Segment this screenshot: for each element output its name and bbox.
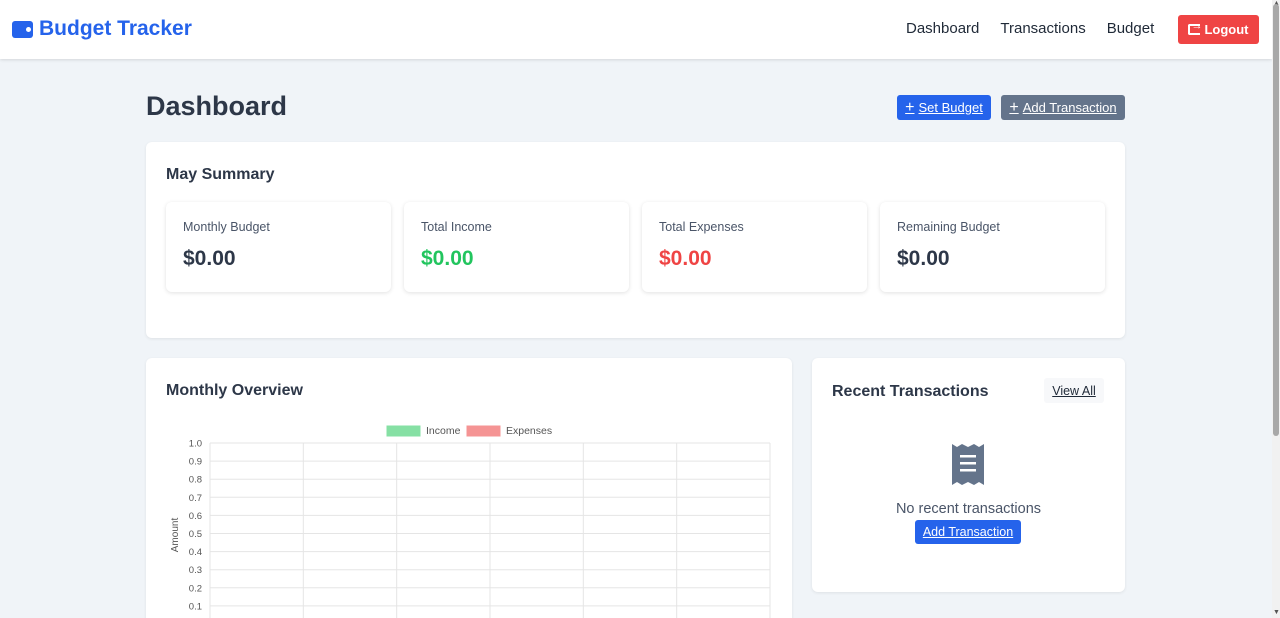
summary-title: May Summary: [166, 166, 275, 183]
y-tick-label: 0.1: [189, 601, 202, 612]
plus-icon: +: [905, 98, 915, 116]
stat-card-total-income: Total Income $0.00: [404, 202, 629, 292]
navbar: Budget Tracker Dashboard Transactions Bu…: [0, 0, 1272, 59]
legend-swatch: [386, 425, 421, 437]
stat-label: Total Income: [421, 220, 492, 234]
y-tick-label: 0.6: [189, 511, 202, 522]
set-budget-label: Set Budget: [918, 100, 983, 115]
stat-label: Remaining Budget: [897, 220, 1000, 234]
y-tick-label: 0.4: [189, 547, 202, 558]
y-tick-label: 0.3: [189, 565, 202, 576]
nav-link-budget[interactable]: Budget: [1107, 20, 1155, 37]
app-name: Budget Tracker: [39, 17, 192, 40]
y-tick-label: 0.8: [189, 475, 202, 486]
stat-card-remaining-budget: Remaining Budget $0.00: [880, 202, 1105, 292]
plus-icon: +: [1009, 98, 1019, 116]
scroll-down-icon[interactable]: ▼: [1273, 609, 1280, 616]
recent-title: Recent Transactions: [832, 383, 989, 400]
stat-value: $0.00: [421, 247, 474, 270]
y-tick-label: 0.7: [189, 493, 202, 504]
add-transaction-label: Add Transaction: [1022, 100, 1117, 115]
legend-label: Income: [426, 425, 461, 437]
scrollbar-thumb[interactable]: [1273, 4, 1279, 436]
recent-transactions-card: Recent Transactions View All No recent t…: [812, 358, 1125, 592]
logout-label: Logout: [1204, 22, 1249, 37]
stat-value: $0.00: [659, 247, 712, 270]
nav-link-dashboard[interactable]: Dashboard: [906, 20, 979, 37]
page-title: Dashboard: [146, 91, 288, 121]
stat-value: $0.00: [897, 247, 950, 270]
nav-link-transactions[interactable]: Transactions: [1000, 20, 1085, 37]
y-tick-label: 0.9: [189, 457, 202, 468]
receipt-icon: [952, 444, 984, 485]
logout-button[interactable]: Logout: [1178, 15, 1259, 44]
stat-label: Monthly Budget: [183, 220, 270, 234]
empty-state-text: No recent transactions: [895, 501, 1042, 517]
stat-label: Total Expenses: [659, 220, 744, 234]
set-budget-button[interactable]: + Set Budget: [897, 95, 991, 120]
stat-value: $0.00: [183, 247, 236, 270]
y-tick-label: 0.2: [189, 583, 202, 594]
y-tick-label: 0.5: [189, 529, 202, 540]
stat-card-total-expenses: Total Expenses $0.00: [642, 202, 867, 292]
monthly-overview-chart: Income Expenses 1.0 0.9 0.8 0.7 0.6 0.5 0.4 0.3 0.…: [170, 425, 771, 618]
summary-card: May Summary Monthly Budget $0.00 Total I…: [146, 142, 1125, 338]
brand-logo[interactable]: Budget Tracker: [12, 17, 192, 41]
monthly-overview-card: Monthly Overview Income Expenses 1.0 0.9 0.8…: [146, 358, 792, 618]
page-scrollbar[interactable]: ▲ ▼: [1272, 0, 1280, 618]
legend-swatch: [466, 425, 501, 437]
add-transaction-button[interactable]: + Add Transaction: [1001, 95, 1125, 120]
nav-links: Dashboard Transactions Budget: [906, 20, 1154, 37]
y-tick-label: 1.0: [189, 439, 202, 450]
legend-label: Expenses: [506, 425, 552, 437]
stat-card-monthly-budget: Monthly Budget $0.00: [166, 202, 391, 292]
empty-add-transaction-button[interactable]: Add Transaction: [915, 520, 1021, 544]
y-axis-label: Amount: [170, 518, 181, 553]
wallet-icon: [12, 20, 33, 38]
view-all-button[interactable]: View All: [1044, 378, 1104, 403]
logout-icon: [1188, 20, 1202, 35]
